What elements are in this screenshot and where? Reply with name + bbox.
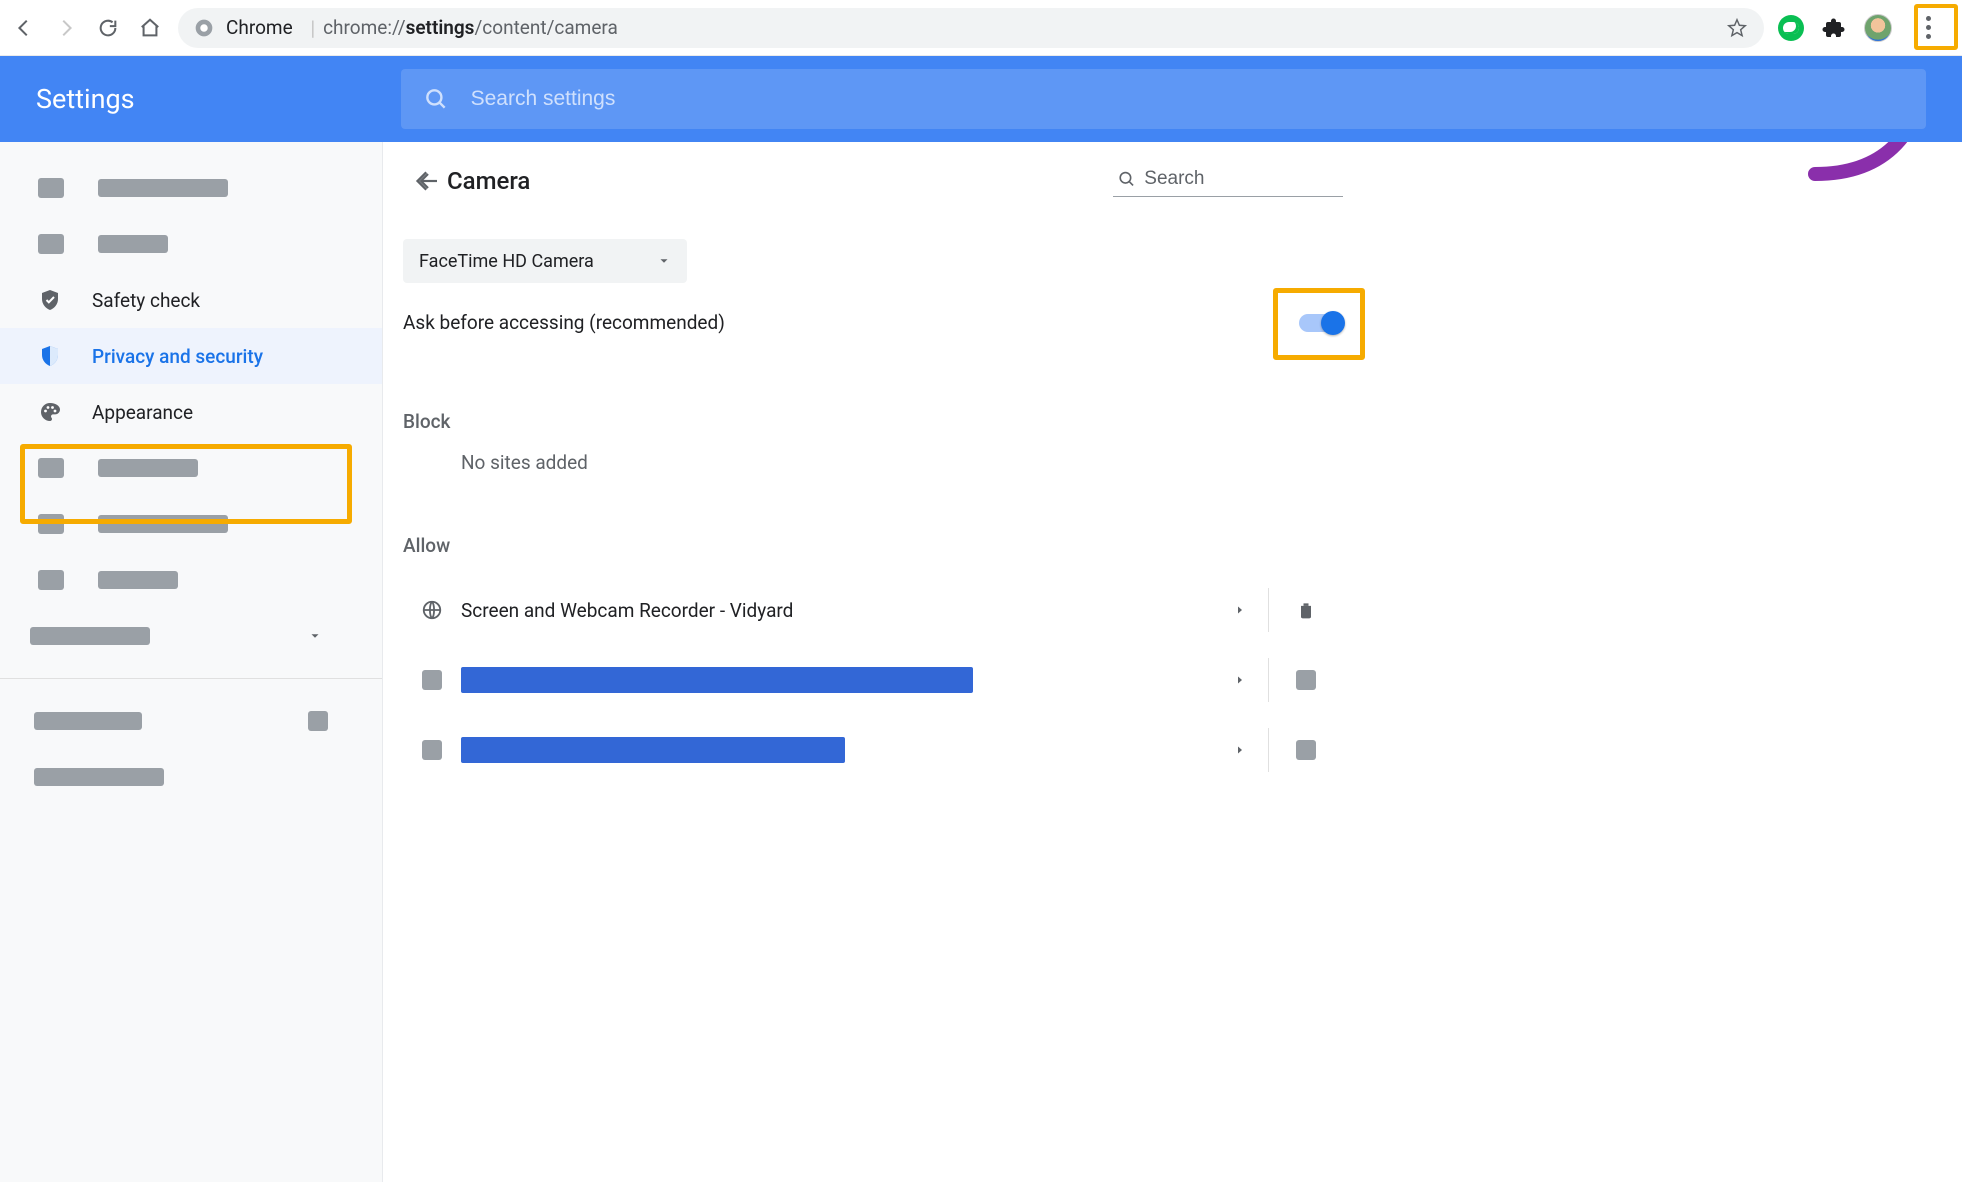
open-in-new-icon	[308, 711, 328, 731]
allow-site-row	[403, 645, 1343, 715]
url-path-bold: settings	[406, 16, 475, 39]
site-delete-button[interactable]	[1269, 670, 1343, 690]
trash-icon	[1296, 599, 1316, 621]
sidebar-item-redacted[interactable]	[0, 552, 382, 608]
block-section-label: Block	[403, 410, 1343, 433]
shield-check-icon	[38, 288, 62, 312]
page-search-input[interactable]	[1144, 168, 1339, 190]
settings-title: Settings	[36, 83, 135, 115]
chevron-down-icon	[308, 629, 322, 643]
sidebar-label-privacy: Privacy and security	[92, 345, 263, 368]
allow-site-row: Screen and Webcam Recorder - Vidyard	[403, 575, 1343, 645]
search-settings-box[interactable]	[401, 69, 1926, 129]
sidebar-item-advanced[interactable]	[0, 608, 382, 664]
search-icon	[423, 86, 449, 112]
sidebar-item-redacted[interactable]	[0, 160, 382, 216]
toggle-label: Ask before accessing (recommended)	[403, 311, 725, 334]
sidebar-item-redacted[interactable]	[0, 216, 382, 272]
chevron-right-icon	[1234, 674, 1246, 686]
url-prefix: chrome://	[323, 16, 405, 39]
address-bar[interactable]: Chrome | chrome://settings/content/camer…	[178, 8, 1764, 48]
sidebar-item-privacy[interactable]: Privacy and security	[0, 328, 382, 384]
bookmark-star-icon[interactable]	[1726, 17, 1748, 39]
settings-body: Safety check Privacy and security Appear…	[0, 142, 1962, 1182]
site-icon	[403, 670, 461, 690]
reload-button[interactable]	[94, 14, 122, 42]
site-more-button[interactable]	[1212, 744, 1268, 756]
allow-section-label: Allow	[403, 534, 1343, 557]
camera-device-value: FaceTime HD Camera	[419, 251, 594, 272]
globe-icon	[403, 599, 461, 621]
site-more-button[interactable]	[1212, 674, 1268, 686]
allow-site-row	[403, 715, 1343, 785]
chrome-logo-icon	[194, 18, 214, 38]
sidebar-item-appearance[interactable]: Appearance	[0, 384, 382, 440]
extension-icon[interactable]	[1778, 15, 1804, 41]
chevron-right-icon	[1234, 604, 1246, 616]
browser-name: Chrome	[226, 16, 293, 39]
site-name-redacted	[461, 667, 973, 693]
page-search[interactable]	[1113, 164, 1343, 197]
toggle-wrap	[1299, 314, 1343, 332]
palette-icon	[38, 400, 62, 424]
forward-button[interactable]	[52, 14, 80, 42]
sidebar-item-safety-check[interactable]: Safety check	[0, 272, 382, 328]
back-button[interactable]	[10, 14, 38, 42]
shield-icon	[38, 344, 62, 368]
site-name-redacted	[461, 737, 845, 763]
chevron-right-icon	[1234, 744, 1246, 756]
allow-list: Screen and Webcam Recorder - Vidyard	[403, 575, 1343, 785]
site-name: Screen and Webcam Recorder - Vidyard	[461, 599, 793, 622]
site-delete-button[interactable]	[1269, 599, 1343, 621]
sidebar-item-redacted[interactable]	[0, 496, 382, 552]
home-button[interactable]	[136, 14, 164, 42]
chrome-menu-button[interactable]	[1910, 7, 1946, 49]
main-content: Camera FaceTime HD Camera Ask before acc…	[383, 142, 1962, 1182]
profile-avatar[interactable]	[1864, 14, 1892, 42]
ask-before-access-row: Ask before accessing (recommended)	[403, 305, 1343, 362]
arrow-left-icon	[417, 169, 441, 193]
toolbar-actions	[1778, 7, 1952, 49]
sidebar-item-about[interactable]	[0, 749, 382, 805]
sidebar-label-safety: Safety check	[92, 289, 200, 312]
site-more-button[interactable]	[1212, 604, 1268, 616]
sidebar-item-redacted[interactable]	[0, 440, 382, 496]
settings-header: Settings	[0, 56, 1962, 142]
ask-before-access-toggle[interactable]	[1299, 314, 1343, 332]
extensions-puzzle-icon[interactable]	[1822, 16, 1846, 40]
site-icon	[403, 740, 461, 760]
camera-device-select[interactable]: FaceTime HD Camera	[403, 239, 687, 283]
url-path-suffix: /content/camera	[474, 16, 617, 39]
browser-toolbar: Chrome | chrome://settings/content/camer…	[0, 0, 1962, 56]
dropdown-arrow-icon	[657, 254, 671, 268]
search-icon	[1117, 168, 1136, 190]
annotation-arrow	[1800, 142, 1962, 194]
settings-sidebar: Safety check Privacy and security Appear…	[0, 142, 383, 1182]
sidebar-item-extensions[interactable]	[0, 693, 382, 749]
sidebar-label-appearance: Appearance	[92, 401, 193, 424]
page-title: Camera	[447, 167, 530, 195]
search-settings-input[interactable]	[471, 87, 1904, 111]
block-empty-text: No sites added	[461, 451, 1343, 474]
site-delete-button[interactable]	[1269, 740, 1343, 760]
